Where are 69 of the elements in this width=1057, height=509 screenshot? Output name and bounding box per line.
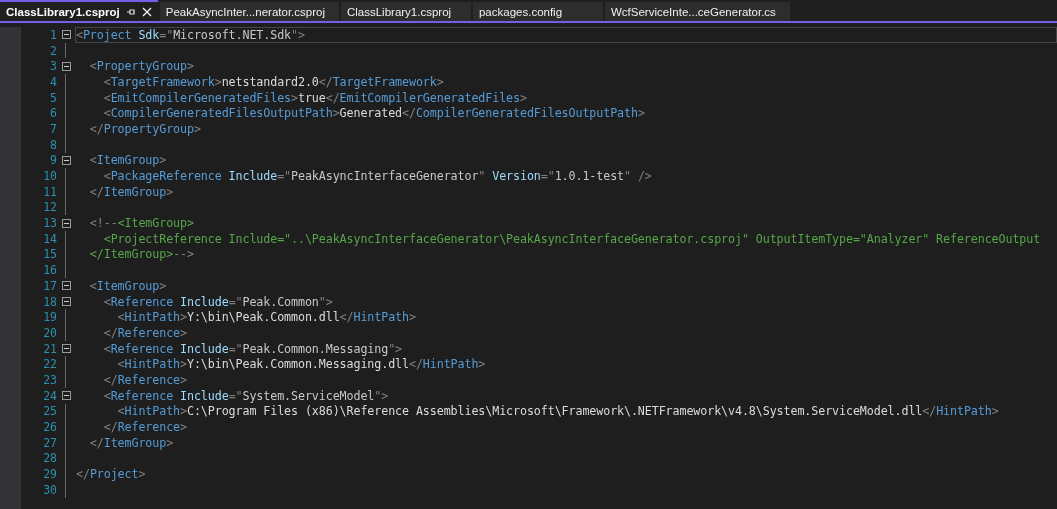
collapse-icon[interactable] <box>61 281 71 291</box>
line-number: 21 <box>42 341 57 356</box>
code-line: <HintPath>Y:\bin\Peak.Common.Messaging.dll</HintPath> <box>116 357 486 372</box>
collapse-icon[interactable] <box>61 391 71 401</box>
editor-tab[interactable]: WcfServiceInte...ceGenerator.cs <box>604 2 790 21</box>
line-number: 4 <box>49 74 57 89</box>
collapse-icon[interactable] <box>61 61 71 71</box>
line-number: 16 <box>42 263 57 278</box>
line-number: 1 <box>49 27 57 42</box>
code-line: </ItemGroup> <box>88 435 174 450</box>
line-number: 18 <box>42 294 57 309</box>
collapse-icon[interactable] <box>61 297 71 307</box>
close-icon[interactable] <box>141 6 152 17</box>
line-number: 20 <box>42 325 57 340</box>
code-line: </Reference> <box>102 420 187 435</box>
line-number: 26 <box>42 420 57 435</box>
line-number: 8 <box>49 137 57 152</box>
code-line: <Project Sdk="Microsoft.NET.Sdk"> <box>76 27 305 42</box>
code-line: <Reference Include="Peak.Common.Messaging"> <box>102 341 403 356</box>
line-number: 28 <box>42 451 57 466</box>
line-number: 6 <box>49 106 57 121</box>
line-number: 10 <box>42 169 57 184</box>
line-number: 27 <box>42 435 57 450</box>
line-number: 9 <box>49 153 57 168</box>
line-number: 30 <box>42 482 57 497</box>
line-number: 7 <box>49 121 57 136</box>
code-line: </ItemGroup>--> <box>88 247 194 262</box>
line-number: 14 <box>42 231 57 246</box>
pin-icon[interactable] <box>125 6 136 17</box>
line-number: 17 <box>42 278 57 293</box>
line-number: 11 <box>42 184 57 199</box>
code-line: <Reference Include="System.ServiceModel"> <box>102 388 389 403</box>
line-number: 22 <box>42 357 57 372</box>
code-line: <HintPath>C:\Program Files (x86)\Reference Assemblies\Microsoft\Framework\.NETFramework\v4.8\System.ServiceModel.dll</HintPath> <box>116 404 999 419</box>
collapse-icon[interactable] <box>61 218 71 228</box>
code-line: <CompilerGeneratedFilesOutputPath>Generated</CompilerGeneratedFilesOutputPath> <box>102 106 645 121</box>
code-line: <HintPath>Y:\bin\Peak.Common.dll</HintPath> <box>116 310 416 325</box>
code-line: <EmitCompilerGeneratedFiles>true</EmitCompilerGeneratedFiles> <box>102 90 527 105</box>
code-line: <PackageReference Include="PeakAsyncInterfaceGenerator" Version="1.0.1-test" /> <box>102 169 652 184</box>
editor-tab[interactable]: ClassLibrary1.csproj <box>340 2 471 21</box>
code-line: </Project> <box>76 467 146 482</box>
code-line: </ItemGroup> <box>88 184 174 199</box>
collapse-icon[interactable] <box>61 344 71 354</box>
editor-tab[interactable]: packages.config <box>472 2 603 21</box>
line-number: 5 <box>49 90 57 105</box>
line-number: 23 <box>42 372 57 387</box>
code-line: </PropertyGroup> <box>88 121 201 136</box>
line-number: 2 <box>49 43 57 58</box>
code-line: <ItemGroup> <box>88 278 167 293</box>
editor-tab[interactable]: PeakAsyncInter...nerator.csproj <box>159 2 339 21</box>
code-line: <!--<ItemGroup> <box>88 216 194 231</box>
collapse-icon[interactable] <box>61 30 71 40</box>
line-number: 19 <box>42 310 57 325</box>
line-number: 15 <box>42 247 57 262</box>
line-number: 3 <box>49 59 57 74</box>
line-number: 29 <box>42 467 57 482</box>
code-line: <TargetFramework>netstandard2.0</TargetFramework> <box>102 74 444 89</box>
line-number: 24 <box>42 388 57 403</box>
code-line: </Reference> <box>102 325 187 340</box>
code-line: <ItemGroup> <box>88 153 167 168</box>
code-line: <PropertyGroup> <box>88 59 194 74</box>
code-line: <ProjectReference Include="..\PeakAsyncInterfaceGenerator\PeakAsyncInterfaceGenerator.csproj" OutputItemType="Analyzer" ReferenceOutput <box>102 231 1041 246</box>
collapse-icon[interactable] <box>61 155 71 165</box>
code-line: </Reference> <box>102 372 187 387</box>
code-line: <Reference Include="Peak.Common"> <box>102 294 333 309</box>
line-number: 12 <box>42 200 57 215</box>
line-number: 13 <box>42 216 57 231</box>
editor-tab[interactable]: ClassLibrary1.csproj <box>0 0 158 21</box>
line-number: 25 <box>42 404 57 419</box>
